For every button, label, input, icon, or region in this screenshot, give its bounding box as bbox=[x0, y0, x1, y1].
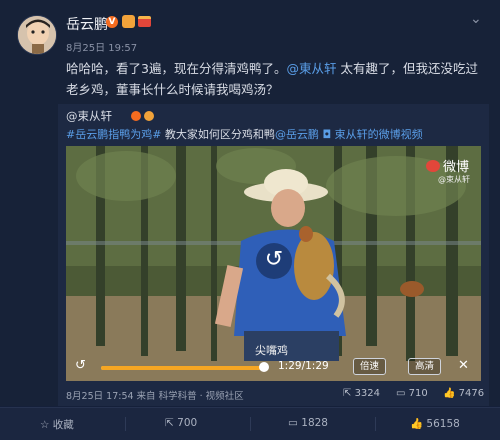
video-time: 1:29/1:29 bbox=[278, 360, 329, 372]
like-count[interactable]: 👍 7476 bbox=[443, 388, 484, 399]
speed-button[interactable]: 倍速 bbox=[353, 358, 387, 375]
replay-icon[interactable]: ↺ bbox=[256, 243, 292, 279]
divider bbox=[375, 417, 376, 431]
repost-count-value: 3324 bbox=[354, 388, 381, 399]
progress-bar[interactable] bbox=[101, 366, 264, 370]
post-text-before: 哈哈哈，看了3遍，现在分得清鸡鸭了。 bbox=[66, 61, 287, 76]
progress-knob[interactable] bbox=[259, 362, 269, 372]
repost-label: 700 bbox=[177, 417, 198, 429]
like-button[interactable]: 👍 56158 bbox=[410, 417, 460, 430]
repost-text-body: 教大家如何区分鸡和鸭 bbox=[161, 128, 275, 141]
comment-label: 1828 bbox=[301, 417, 328, 429]
weibo-eye-icon bbox=[426, 160, 440, 172]
repost-author[interactable]: @束从轩 bbox=[66, 108, 112, 124]
comment-button[interactable]: ▭ 1828 bbox=[288, 417, 328, 429]
post-text: 哈哈哈，看了3遍，现在分得清鸡鸭了。@東从轩 太有趣了，但我还没吃过老乡鸡，董事… bbox=[66, 58, 478, 100]
quality-button[interactable]: 高清 bbox=[408, 358, 442, 375]
favorite-label: 收藏 bbox=[52, 419, 74, 431]
post-action-bar: ☆ 收藏 ⇱ 700 ▭ 1828 👍 56158 bbox=[0, 407, 500, 440]
reposted-post: @束从轩 #岳云鹏指鸭为鸡# 教大家如何区分鸡和鸭@岳云鹏 ◘ 束从轩的微博视频 bbox=[58, 104, 489, 406]
video-player[interactable]: 微博 @束从轩 ↺ 尖嘴鸡 ↺ 1:29/1:29 倍速 高清 ✕ bbox=[66, 146, 481, 381]
weibo-post: 岳云鹏 V ⌄ 8月25日 19:57 哈哈哈，看了3遍，现在分得清鸡鸭了。@東… bbox=[0, 0, 500, 406]
divider bbox=[250, 417, 251, 431]
video-controls: ↺ 1:29/1:29 倍速 高清 ✕ bbox=[66, 351, 481, 381]
like-count-value: 7476 bbox=[458, 388, 485, 399]
avatar[interactable] bbox=[17, 15, 57, 55]
replay-button-icon[interactable]: ↺ bbox=[75, 358, 86, 373]
weibo-watermark-text: 微博 bbox=[443, 160, 470, 175]
favorite-button[interactable]: ☆ 收藏 bbox=[40, 417, 74, 432]
mute-icon[interactable]: ✕ bbox=[458, 358, 469, 373]
comment-count-value: 710 bbox=[408, 388, 428, 399]
vip-badge-small bbox=[144, 111, 154, 121]
level-badge bbox=[138, 16, 151, 27]
repost-text: #岳云鹏指鸭为鸡# 教大家如何区分鸡和鸭@岳云鹏 ◘ 束从轩的微博视频 bbox=[66, 126, 423, 142]
weibo-watermark: 微博 bbox=[426, 156, 469, 175]
repost-count[interactable]: ⇱ 3324 bbox=[343, 388, 380, 399]
repost-mention-link[interactable]: @岳云鹏 bbox=[275, 128, 319, 141]
verified-badge-small bbox=[131, 111, 141, 121]
vip-crown-badge bbox=[122, 15, 135, 28]
repost-button[interactable]: ⇱ 700 bbox=[165, 417, 197, 429]
author-name[interactable]: 岳云鹏 bbox=[66, 14, 108, 34]
progress-fill bbox=[101, 366, 264, 370]
comment-count[interactable]: ▭ 710 bbox=[396, 388, 428, 399]
verified-badge: V bbox=[106, 16, 118, 28]
watermark-handle: @束从轩 bbox=[438, 175, 470, 184]
chevron-down-icon[interactable]: ⌄ bbox=[470, 11, 482, 27]
mention-link[interactable]: @東从轩 bbox=[286, 61, 336, 76]
like-label: 56158 bbox=[426, 418, 460, 430]
video-link[interactable]: ◘ 束从轩的微博视频 bbox=[322, 128, 422, 141]
divider bbox=[125, 417, 126, 431]
hashtag-link[interactable]: #岳云鹏指鸭为鸡# bbox=[66, 128, 161, 141]
post-timestamp[interactable]: 8月25日 19:57 bbox=[66, 39, 137, 54]
